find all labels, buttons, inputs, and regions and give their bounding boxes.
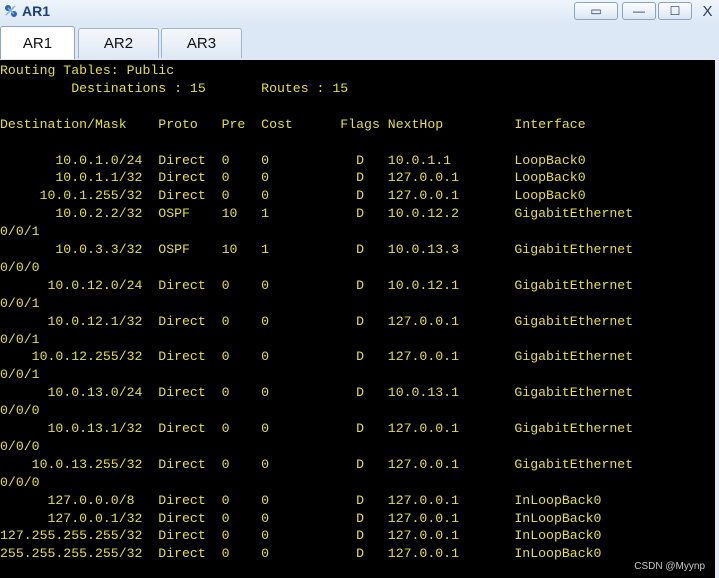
app-icon [5, 5, 17, 17]
terminal-line: Destinations : 15 Routes : 15 [0, 80, 349, 96]
terminal-line: 10.0.12.1/32 Direct 0 0 D 127.0.0.1 Giga… [0, 313, 634, 329]
tab-ar2[interactable]: AR2 [78, 28, 159, 58]
terminal-line: 127.255.255.255/32 Direct 0 0 D 127.0.0.… [0, 528, 602, 544]
terminal-line: 10.0.2.2/32 OSPF 10 1 D 10.0.12.2 Gigabi… [0, 206, 634, 222]
terminal-line: 10.0.3.3/32 OSPF 10 1 D 10.0.13.3 Gigabi… [0, 242, 634, 257]
terminal-line: 255.255.255.255/32 Direct 0 0 D 127.0.0.… [0, 546, 602, 562]
terminal-line: 10.0.13.1/32 Direct 0 0 D 127.0.0.1 Giga… [0, 421, 634, 436]
terminal-line: 0/0/0 [0, 403, 40, 419]
tab-strip: AR1 AR2 AR3 [0, 24, 719, 60]
tab-ar3[interactable]: AR3 [161, 28, 242, 58]
terminal-output[interactable]: Routing Tables: Public Destinations : 15… [0, 60, 719, 578]
tab-ar1[interactable]: AR1 [0, 26, 75, 59]
close-button[interactable]: X [696, 2, 719, 20]
terminal-line: 10.0.1.1/32 Direct 0 0 D 127.0.0.1 LoopB… [0, 170, 586, 186]
terminal-line: 0/0/1 [0, 331, 40, 347]
terminal-line: Destination/Mask Proto Pre Cost Flags Ne… [0, 116, 586, 132]
terminal-line: 10.0.12.255/32 Direct 0 0 D 127.0.0.1 Gi… [0, 349, 634, 365]
terminal-line: 0/0/0 [0, 474, 40, 490]
terminal-line: 10.0.12.0/24 Direct 0 0 D 10.0.12.1 Giga… [0, 277, 634, 293]
terminal-line: 10.0.1.255/32 Direct 0 0 D 127.0.0.1 Loo… [0, 188, 586, 204]
terminal-line: 0/0/1 [0, 367, 40, 383]
terminal-line: Routing Tables: Public [0, 63, 175, 78]
terminal-line: 0/0/0 [0, 438, 40, 454]
terminal-line: 10.0.13.255/32 Direct 0 0 D 127.0.0.1 Gi… [0, 456, 634, 472]
minimize-button[interactable]: — [622, 2, 656, 20]
restore-button[interactable]: ▭ [574, 2, 618, 20]
terminal-line: 10.0.1.0/24 Direct 0 0 D 10.0.1.1 LoopBa… [0, 152, 586, 168]
terminal-line: 0/0/1 [0, 224, 40, 240]
watermark: CSDN @Myynp [634, 561, 705, 572]
terminal-line: 127.0.0.0/8 Direct 0 0 D 127.0.0.1 InLoo… [0, 492, 602, 508]
terminal-line: 10.0.13.0/24 Direct 0 0 D 10.0.13.1 Giga… [0, 385, 634, 401]
scrollbar[interactable] [715, 60, 719, 578]
window-title: AR1 [22, 3, 51, 19]
title-bar: AR1 ▭ — ☐ X [0, 0, 719, 25]
terminal-line: 127.0.0.1/32 Direct 0 0 D 127.0.0.1 InLo… [0, 510, 602, 526]
maximize-button[interactable]: ☐ [658, 2, 692, 20]
terminal-line: 0/0/1 [0, 295, 40, 311]
terminal-line: 0/0/0 [0, 259, 40, 275]
